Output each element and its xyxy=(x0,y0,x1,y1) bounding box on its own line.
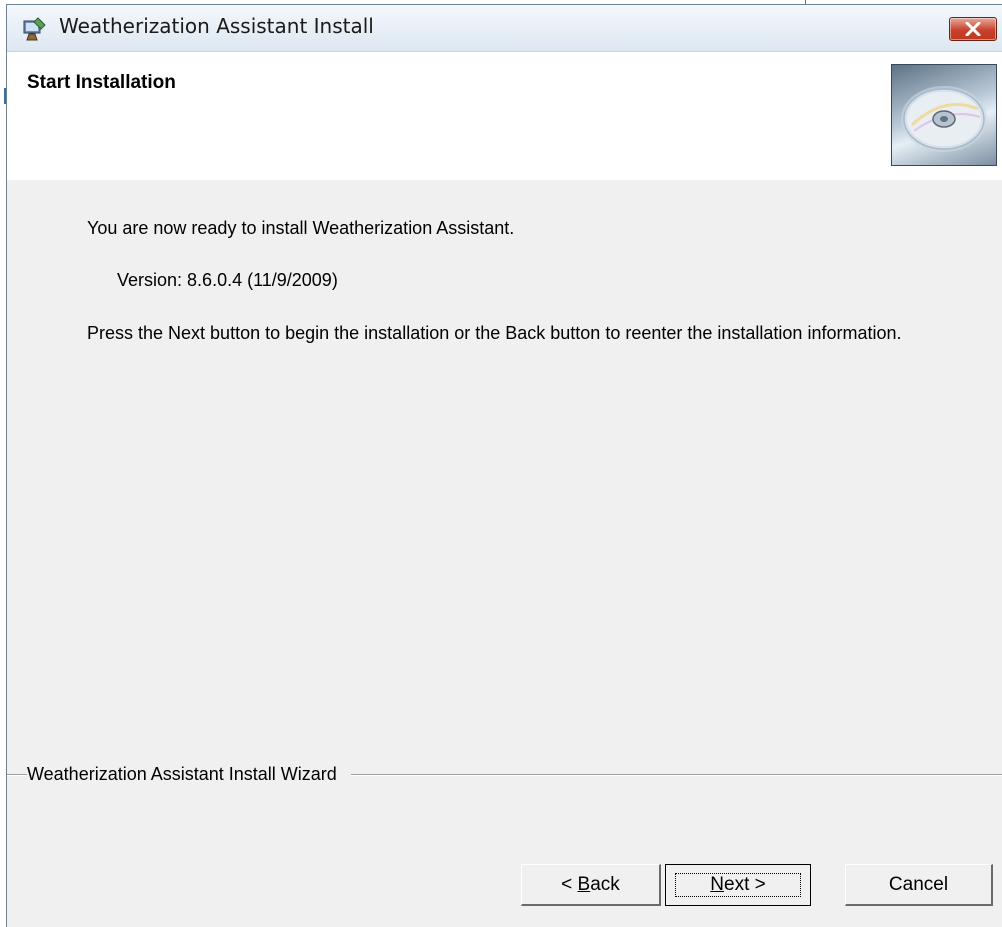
title-bar[interactable]: Weatherization Assistant Install xyxy=(7,5,1002,52)
close-button[interactable] xyxy=(949,17,997,41)
back-button-mnemonic: B xyxy=(577,873,591,895)
back-button-prefix: < xyxy=(561,873,578,895)
wizard-group-separator: Weatherization Assistant Install Wizard xyxy=(7,760,1002,788)
version-info: Version: 8.6.0.4 (11/9/2009) xyxy=(117,270,338,290)
wizard-header: Start Installation xyxy=(7,52,1002,180)
focus-rectangle xyxy=(675,873,801,897)
next-button[interactable]: Next > xyxy=(665,864,811,906)
ready-message: You are now ready to install Weatherizat… xyxy=(87,218,515,238)
cd-disc-icon xyxy=(891,64,997,166)
cancel-button[interactable]: Cancel xyxy=(845,864,993,906)
close-icon xyxy=(965,22,981,36)
instructions-message: Press the Next button to begin the insta… xyxy=(87,323,902,343)
page-title: Start Installation xyxy=(27,72,176,93)
back-button-label: ack xyxy=(590,873,620,895)
wizard-name-label: Weatherization Assistant Install Wizard xyxy=(27,760,351,788)
wizard-body: You are now ready to install Weatherizat… xyxy=(7,180,1002,927)
window-title: Weatherization Assistant Install xyxy=(59,14,374,38)
back-button[interactable]: < Back xyxy=(521,864,661,906)
installer-dialog: Weatherization Assistant Install Start I… xyxy=(6,4,1002,927)
installer-app-icon xyxy=(21,16,47,42)
